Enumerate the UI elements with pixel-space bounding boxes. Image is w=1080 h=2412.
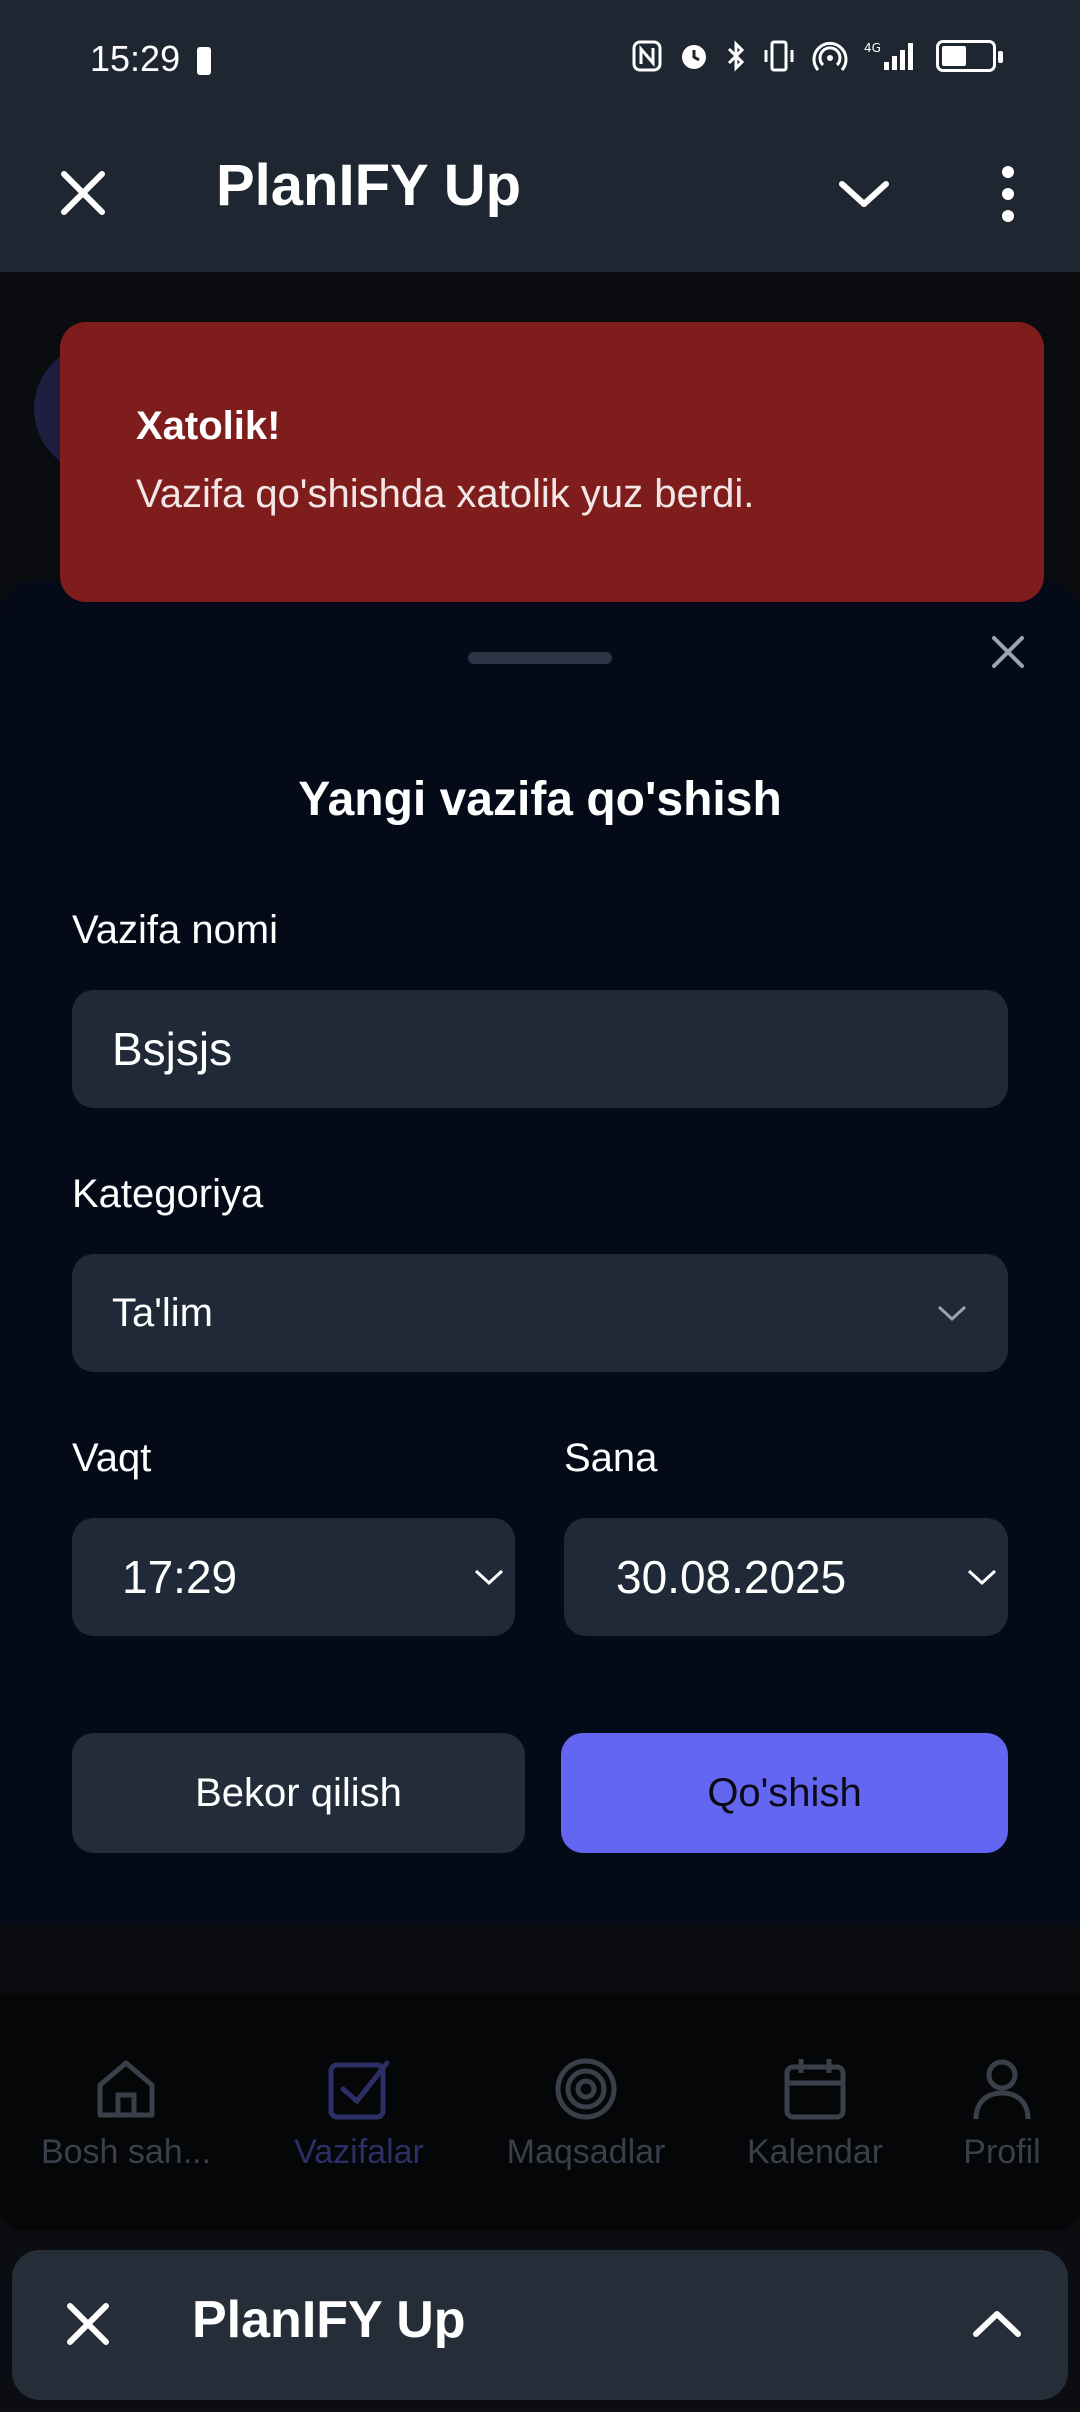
svg-text:4G: 4G xyxy=(864,41,881,55)
close-icon[interactable] xyxy=(988,632,1028,672)
floating-window-bar[interactable]: PlanIFY Up xyxy=(12,2250,1068,2400)
category-label: Kategoriya xyxy=(72,1172,264,1216)
toast-message: Vazifa qo'shishda xatolik yuz berdi. xyxy=(136,472,755,516)
task-name-label: Vazifa nomi xyxy=(72,908,279,952)
vibrate-icon xyxy=(762,40,796,72)
nav-item-profile[interactable]: Profil xyxy=(892,2055,1080,2172)
time-value: 17:29 xyxy=(122,1551,238,1603)
alarm-icon xyxy=(678,40,710,72)
time-label: Vaqt xyxy=(72,1436,152,1480)
app-title: PlanIFY Up xyxy=(216,153,522,218)
nav-item-goals[interactable]: Maqsadlar xyxy=(476,2055,696,2172)
more-vert-icon[interactable] xyxy=(990,162,1026,226)
user-icon xyxy=(973,2059,1031,2120)
drag-handle[interactable] xyxy=(468,652,612,664)
chevron-down-icon[interactable] xyxy=(836,174,892,214)
nav-label: Kalendar xyxy=(746,2133,884,2171)
category-value: Ta'lim xyxy=(112,1290,213,1335)
app-bar: PlanIFY Up xyxy=(0,124,1080,272)
date-select[interactable]: 30.08.2025 xyxy=(564,1518,1008,1636)
battery-saver-icon xyxy=(197,47,211,75)
chevron-down-icon xyxy=(967,1569,997,1586)
chevron-down-icon xyxy=(474,1569,504,1586)
task-name-input[interactable]: Bsjsjs xyxy=(72,990,1008,1108)
status-time: 15:29 xyxy=(90,38,181,79)
signal-4g-icon: 4G xyxy=(864,40,920,72)
checkbox-icon xyxy=(328,2060,390,2120)
nav-item-tasks[interactable]: Vazifalar xyxy=(249,2055,469,2172)
task-name-value: Bsjsjs xyxy=(112,1023,233,1075)
nav-label: Profil xyxy=(963,2133,1041,2171)
nfc-icon xyxy=(632,40,662,72)
close-icon[interactable] xyxy=(56,166,110,220)
date-value: 30.08.2025 xyxy=(616,1551,847,1603)
floating-window-title: PlanIFY Up xyxy=(192,2291,466,2349)
cancel-button[interactable]: Bekor qilish xyxy=(72,1733,525,1853)
status-icons: 4G xyxy=(632,40,1003,72)
battery-icon xyxy=(936,40,1003,72)
nav-label: Bosh sah... xyxy=(40,2133,212,2171)
add-task-button[interactable]: Qo'shish xyxy=(561,1733,1008,1853)
home-icon xyxy=(97,2060,155,2118)
chevron-up-icon[interactable] xyxy=(972,2306,1022,2340)
chevron-down-icon xyxy=(937,1305,967,1322)
calendar-icon xyxy=(784,2059,846,2120)
toast-title: Xatolik! xyxy=(136,404,281,448)
bluetooth-icon xyxy=(726,40,746,72)
date-label: Sana xyxy=(564,1436,658,1480)
time-select[interactable]: 17:29 xyxy=(72,1518,515,1636)
nav-label: Maqsadlar xyxy=(506,2133,666,2171)
category-select[interactable]: Ta'lim xyxy=(72,1254,1008,1372)
close-icon[interactable] xyxy=(62,2298,114,2350)
target-icon xyxy=(555,2058,617,2120)
nav-item-home[interactable]: Bosh sah... xyxy=(16,2055,236,2172)
hotspot-icon xyxy=(812,40,848,72)
error-toast: Xatolik! Vazifa qo'shishda xatolik yuz b… xyxy=(60,322,1044,602)
nav-label: Vazifalar xyxy=(294,2133,424,2171)
status-bar: 15:29 4G xyxy=(0,0,1080,124)
sheet-title: Yangi vazifa qo'shish xyxy=(298,773,782,826)
